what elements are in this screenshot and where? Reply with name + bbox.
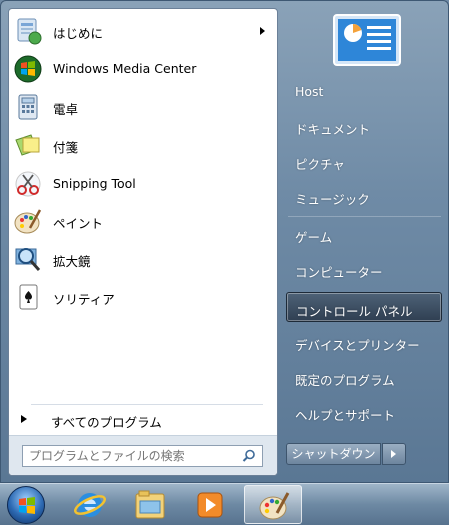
- right-item-control-panel[interactable]: コントロール パネル: [286, 292, 442, 322]
- divider: [31, 404, 263, 405]
- right-item-label: 既定のプログラム: [295, 373, 395, 388]
- program-item-calculator[interactable]: 電卓: [9, 89, 277, 125]
- program-label: ペイント: [53, 216, 104, 231]
- program-label: Snipping Tool: [53, 176, 136, 191]
- right-item-default-programs[interactable]: 既定のプログラム: [286, 362, 442, 392]
- program-item-media-center[interactable]: Windows Media Center: [9, 51, 277, 87]
- search-box[interactable]: [22, 445, 263, 467]
- right-item-label: Host: [295, 84, 324, 99]
- scissors-icon: [15, 171, 41, 197]
- start-menu: はじめに Windows Media Center 電卓 付箋 Snipping…: [0, 0, 449, 483]
- right-item-label: ピクチャ: [295, 157, 345, 172]
- chevron-right-icon: [391, 450, 396, 458]
- right-item-devices-printers[interactable]: デバイスとプリンター: [286, 327, 442, 357]
- divider: [288, 216, 441, 217]
- sticky-notes-icon: [15, 134, 40, 156]
- right-item-host[interactable]: Host: [286, 76, 442, 106]
- programs-pane: はじめに Windows Media Center 電卓 付箋 Snipping…: [8, 8, 278, 476]
- getting-started-icon: [17, 18, 42, 45]
- user-picture-icon[interactable]: [333, 14, 401, 66]
- search-input[interactable]: [29, 448, 235, 464]
- program-item-getting-started[interactable]: はじめに: [9, 13, 277, 49]
- program-label: 拡大鏡: [53, 254, 91, 269]
- all-programs-label: すべてのプログラム: [51, 415, 162, 430]
- right-item-label: ヘルプとサポート: [295, 408, 396, 423]
- magnifier-icon: [15, 248, 41, 271]
- paint-icon: [14, 209, 42, 234]
- file-explorer-icon: [135, 490, 165, 519]
- right-item-music[interactable]: ミュージック: [286, 181, 442, 211]
- search-icon[interactable]: [242, 449, 256, 463]
- calculator-icon: [18, 94, 38, 120]
- right-item-label: ドキュメント: [295, 122, 371, 137]
- program-label: 付箋: [53, 140, 79, 155]
- right-item-label: コントロール パネル: [296, 304, 413, 319]
- windows-logo-icon: [19, 497, 35, 514]
- program-item-paint[interactable]: ペイント: [9, 203, 277, 239]
- start-orb[interactable]: [7, 486, 45, 524]
- program-item-solitaire[interactable]: ソリティア: [9, 279, 277, 315]
- all-programs-button[interactable]: すべてのプログラム: [9, 404, 277, 432]
- shutdown-button[interactable]: シャットダウン: [286, 443, 381, 465]
- program-item-sticky-notes[interactable]: 付箋: [9, 127, 277, 163]
- right-item-pictures[interactable]: ピクチャ: [286, 146, 442, 176]
- right-item-label: ミュージック: [295, 192, 370, 207]
- search-area: [9, 435, 277, 475]
- program-label: 電卓: [53, 102, 79, 117]
- program-label: はじめに: [53, 26, 104, 41]
- media-center-icon: [14, 55, 42, 83]
- right-item-computer[interactable]: コンピューター: [286, 254, 442, 284]
- program-item-snipping-tool[interactable]: Snipping Tool: [9, 166, 277, 202]
- program-label: ソリティア: [53, 292, 115, 307]
- shutdown-options-button[interactable]: [382, 443, 406, 465]
- taskbar: [0, 483, 449, 525]
- right-item-label: コンピューター: [295, 265, 383, 280]
- right-item-documents[interactable]: ドキュメント: [286, 111, 442, 141]
- media-player-icon: [197, 492, 223, 518]
- right-item-games[interactable]: ゲーム: [286, 219, 442, 249]
- taskbar-internet-explorer[interactable]: [61, 485, 119, 524]
- right-item-label: ゲーム: [295, 230, 333, 245]
- taskbar-media-player[interactable]: [181, 485, 239, 524]
- program-item-magnifier[interactable]: 拡大鏡: [9, 241, 277, 277]
- solitaire-icon: [19, 284, 38, 310]
- paint-icon: [259, 492, 290, 520]
- program-label: Windows Media Center: [53, 61, 197, 76]
- taskbar-paint[interactable]: [244, 485, 302, 524]
- internet-explorer-icon: [74, 493, 106, 517]
- taskbar-file-explorer[interactable]: [121, 485, 179, 524]
- right-item-label: デバイスとプリンター: [295, 338, 420, 353]
- submenu-arrow-icon[interactable]: [260, 27, 265, 35]
- right-item-help-support[interactable]: ヘルプとサポート: [286, 397, 442, 427]
- expand-arrow-icon: [21, 415, 27, 423]
